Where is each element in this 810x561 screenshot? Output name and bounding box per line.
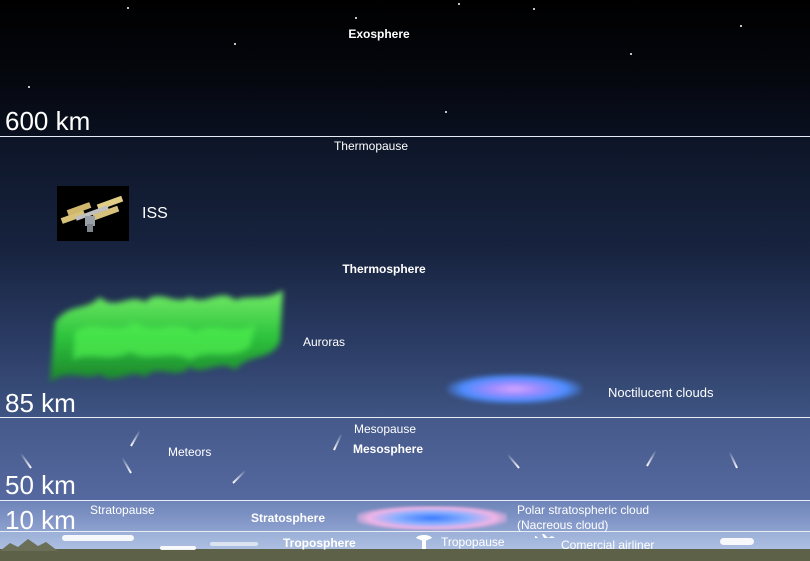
meteors-label: Meteors	[168, 445, 212, 459]
thermopause-label: Thermopause	[333, 139, 409, 153]
star	[234, 43, 236, 45]
iss-icon	[60, 195, 124, 232]
thermosphere-label: Thermosphere	[342, 262, 426, 276]
boundary-50km	[0, 500, 810, 501]
troposphere-label: Troposphere	[283, 536, 356, 550]
boundary-10km	[0, 531, 810, 532]
boundary-85km	[0, 417, 810, 418]
altitude-label-10km: 10 km	[5, 505, 76, 535]
star	[458, 3, 460, 5]
altitude-label-85km: 85 km	[5, 388, 76, 418]
boundary-600km	[0, 136, 810, 137]
cloud	[210, 542, 258, 546]
polar-cloud-label-line2: (Nacreous cloud)	[517, 518, 609, 532]
tropopause-label: Tropopause	[441, 535, 505, 549]
star	[740, 25, 742, 27]
cloud	[62, 535, 134, 541]
altitude-label-600km: 600 km	[5, 106, 91, 136]
star	[445, 111, 447, 113]
iss-label: ISS	[142, 205, 168, 222]
atmosphere-diagram: 600 km 85 km 50 km 10 km ISS Auroras Noc…	[0, 0, 810, 561]
star	[127, 7, 129, 9]
cumulonimbus-icon	[416, 535, 432, 549]
noctilucent-cloud	[447, 374, 582, 404]
iss-image	[57, 186, 129, 241]
stratopause-label: Stratopause	[90, 503, 155, 517]
exosphere-label: Exosphere	[348, 27, 410, 41]
star	[28, 86, 30, 88]
altitude-label-50km: 50 km	[5, 470, 76, 500]
stratosphere-label: Stratosphere	[251, 511, 326, 525]
noctilucent-label: Noctilucent clouds	[608, 385, 714, 400]
aurora-shape	[50, 290, 283, 382]
mesopause-label: Mesopause	[353, 422, 417, 436]
nacreous-cloud	[357, 506, 507, 530]
mountains-icon	[0, 539, 58, 551]
star	[355, 17, 357, 19]
cloud	[720, 538, 754, 545]
star	[533, 8, 535, 10]
airliner-icon	[535, 534, 555, 538]
star	[630, 53, 632, 55]
airliner-label: Comercial airliner	[561, 538, 655, 552]
cloud	[160, 546, 196, 550]
polar-cloud-label-line1: Polar stratospheric cloud	[517, 503, 650, 517]
exosphere-region	[0, 0, 810, 137]
ground	[0, 549, 810, 561]
auroras-label: Auroras	[303, 335, 346, 349]
mesosphere-label: Mesosphere	[352, 442, 424, 456]
